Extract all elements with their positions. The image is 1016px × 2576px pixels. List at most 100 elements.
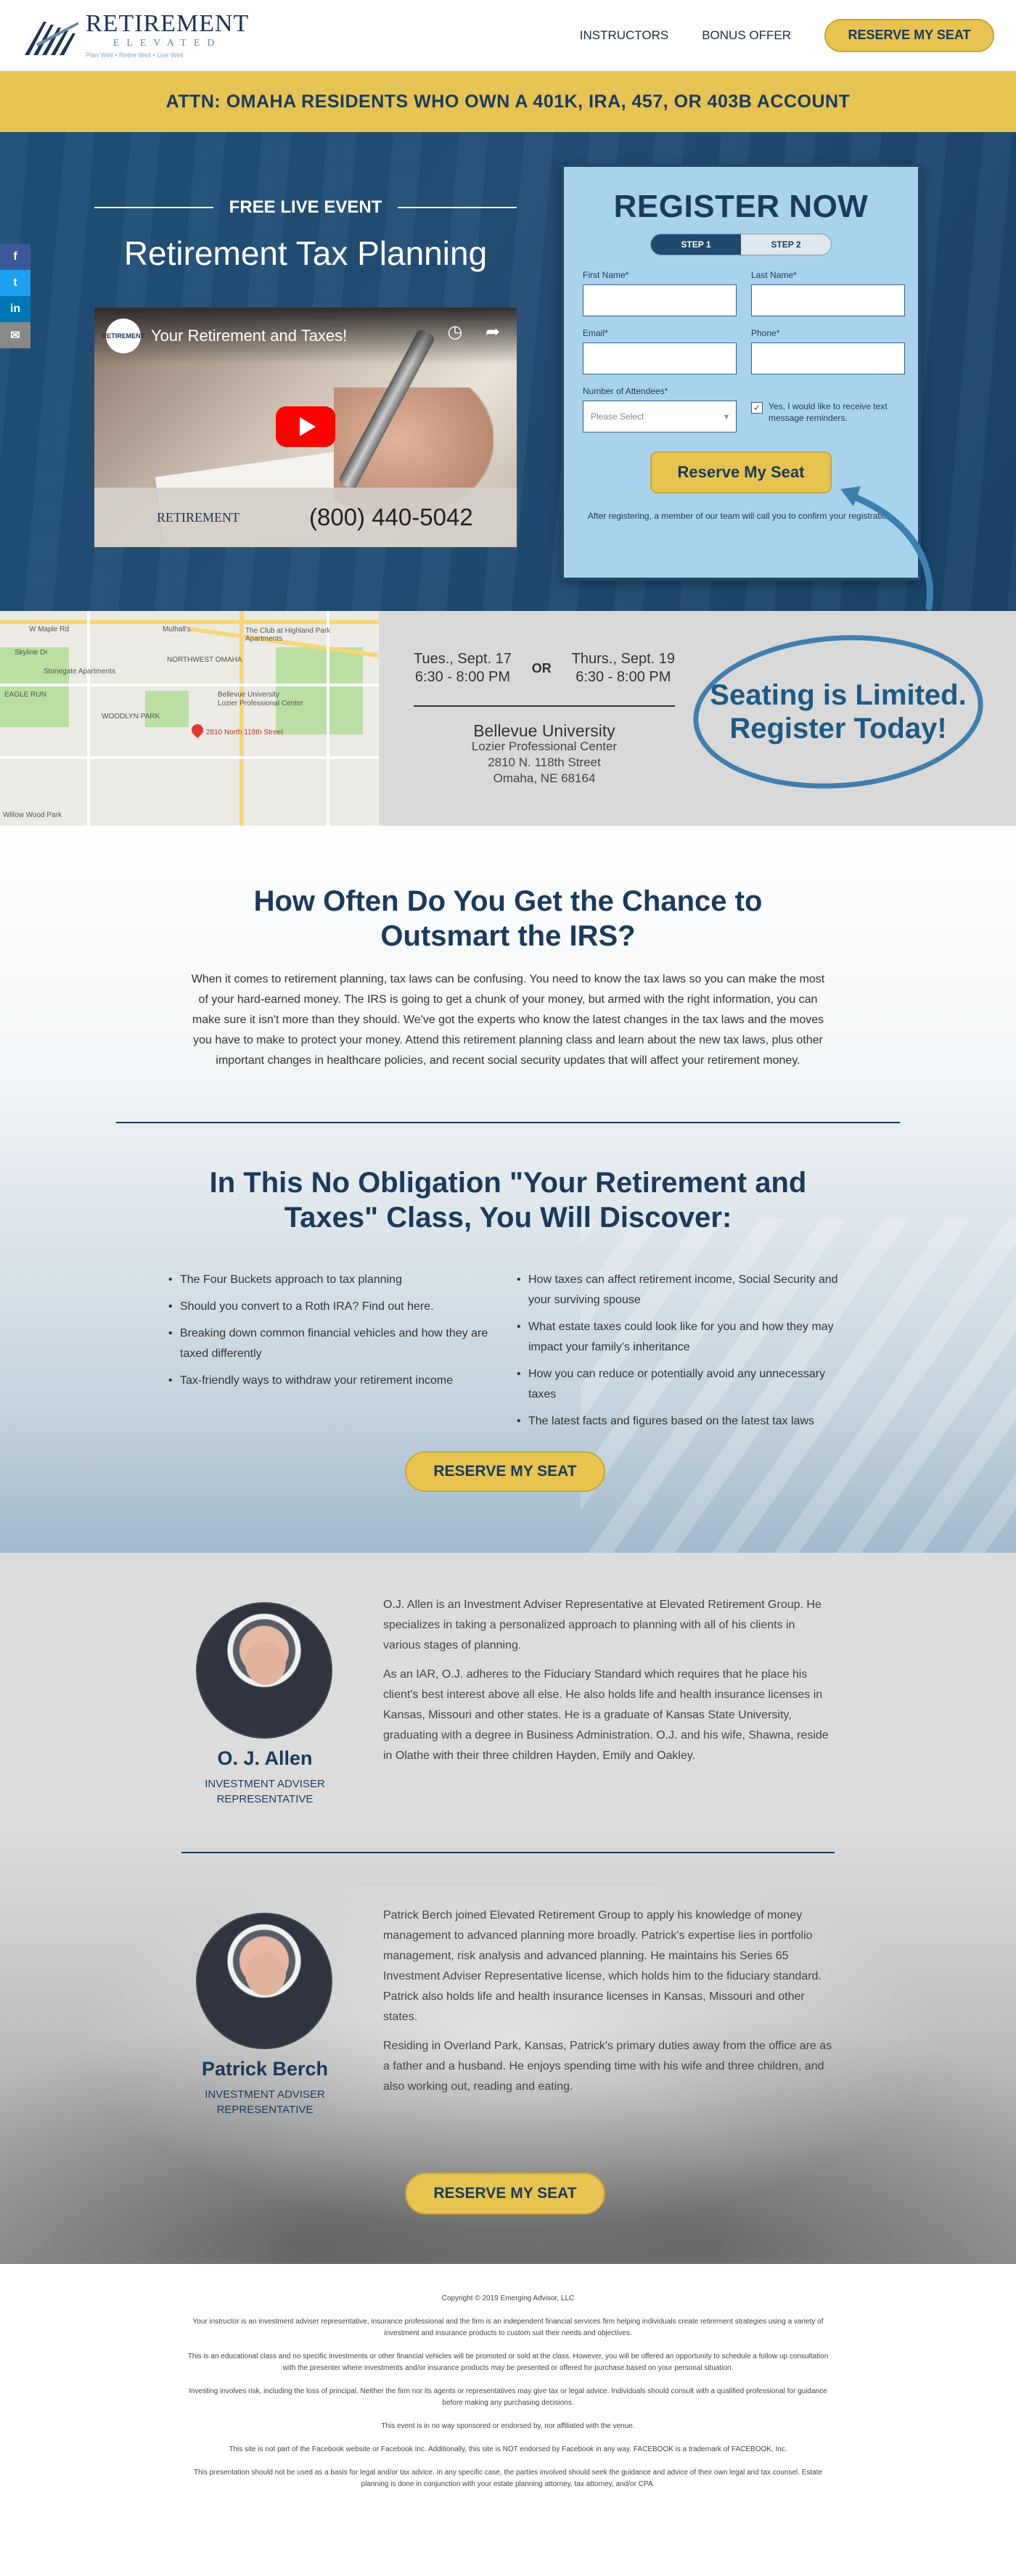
advisor-photo bbox=[196, 1602, 332, 1739]
nav-bonus-offer[interactable]: BONUS OFFER bbox=[702, 28, 791, 43]
step-2-tab[interactable]: STEP 2 bbox=[741, 234, 831, 255]
outsmart-title: How Often Do You Get the Chance to Outsm… bbox=[253, 885, 763, 952]
date-row: Tues., Sept. 17 6:30 - 8:00 PM OR Thurs.… bbox=[414, 650, 675, 686]
map-label: W Maple Rd bbox=[29, 625, 70, 633]
eyebrow-text: FREE LIVE EVENT bbox=[229, 197, 382, 217]
outsmart-body: When it comes to retirement planning, ta… bbox=[191, 973, 825, 1067]
share-arrow-icon[interactable]: ➦ bbox=[482, 321, 504, 342]
advisor-divider bbox=[181, 1852, 835, 1853]
advisor-name: O. J. Allen bbox=[217, 1747, 313, 1769]
phone-field[interactable] bbox=[751, 342, 905, 374]
map-street bbox=[87, 611, 90, 826]
first-name-label: First Name* bbox=[583, 270, 629, 280]
site-header: RETIREMENT ELEVATED Plan Well • Retire W… bbox=[0, 0, 1016, 71]
register-title: REGISTER NOW bbox=[613, 189, 869, 224]
list-item: How you can reduce or potentially avoid … bbox=[515, 1364, 849, 1405]
last-name-label: Last Name* bbox=[751, 270, 797, 280]
advisor-title: INVESTMENT ADVISER REPRESENTATIVE bbox=[205, 1778, 325, 1805]
video-footer-logo: RETIREMENT bbox=[157, 509, 239, 525]
map-label: Bellevue University bbox=[218, 691, 280, 699]
hero-title: Retirement Tax Planning bbox=[123, 234, 488, 272]
bullets-right: How taxes can affect retirement income, … bbox=[515, 1270, 849, 1438]
seating-limited-callout: Seating is Limited. Register Today! bbox=[688, 625, 988, 798]
sms-label: Yes, I would like to receive text messag… bbox=[769, 401, 888, 423]
map-label: EAGLE RUN bbox=[4, 691, 46, 699]
venue-street: 2810 N. 118th Street bbox=[488, 755, 601, 769]
sms-reminder-option[interactable]: ✓ Yes, I would like to receive text mess… bbox=[751, 401, 905, 432]
date-2-day: Thurs., Sept. 19 bbox=[571, 651, 675, 667]
event-info-band: NORTHWEST OMAHA WOODLYN PARK EAGLE RUN W… bbox=[0, 611, 1016, 826]
map-label: Mulhall's bbox=[163, 625, 191, 633]
date-1-day: Tues., Sept. 17 bbox=[414, 651, 512, 667]
reserve-seat-submit[interactable]: Reserve My Seat bbox=[650, 451, 832, 493]
attendees-group: Number of Attendees* Please Select ▾ bbox=[583, 386, 737, 432]
step-indicator: STEP 1 STEP 2 bbox=[650, 234, 832, 255]
map-label: WOODLYN PARK bbox=[102, 713, 160, 721]
map-label: Willow Wood Park bbox=[3, 811, 62, 819]
date-2-time: 6:30 - 8:00 PM bbox=[575, 669, 671, 685]
attention-text: ATTN: OMAHA RESIDENTS WHO OWN A 401K, IR… bbox=[165, 91, 851, 112]
facebook-icon[interactable]: f bbox=[0, 244, 30, 270]
video-footer: RETIREMENT (800) 440-5042 bbox=[94, 488, 517, 547]
attendees-select[interactable]: Please Select ▾ bbox=[583, 401, 737, 432]
map-label: 2810 North 118th Street bbox=[206, 729, 283, 737]
watch-later-icon[interactable]: ◷ bbox=[444, 321, 466, 342]
site-footer: Copyright © 2019 Emerging Advisor, LLC Y… bbox=[0, 2264, 1016, 2532]
last-name-field[interactable] bbox=[751, 284, 905, 316]
map-park bbox=[0, 647, 69, 727]
bullets-left: The Four Buckets approach to tax plannin… bbox=[167, 1270, 501, 1438]
map-pin-icon[interactable] bbox=[189, 721, 206, 739]
advisors-section: O. J. Allen INVESTMENT ADVISER REPRESENT… bbox=[0, 1553, 1016, 2264]
header-reserve-button[interactable]: RESERVE MY SEAT bbox=[824, 18, 994, 52]
map-label: Lozier Professional Center bbox=[218, 700, 303, 707]
venue-sub: Lozier Professional Center bbox=[471, 739, 618, 753]
linkedin-icon[interactable]: in bbox=[0, 296, 30, 322]
first-name-field[interactable] bbox=[583, 284, 737, 316]
video-phone-number: (800) 440-5042 bbox=[309, 504, 473, 530]
first-name-group: First Name* bbox=[583, 270, 737, 316]
video-channel-avatar[interactable]: RETIREMENT bbox=[102, 319, 144, 353]
advisor-bio-p2: Residing in Overland Park, Kansas, Patri… bbox=[383, 2040, 832, 2093]
attendees-label: Number of Attendees* bbox=[583, 386, 668, 396]
reserve-seat-button[interactable]: RESERVE MY SEAT bbox=[405, 2173, 605, 2215]
step-1-tab[interactable]: STEP 1 bbox=[651, 234, 741, 255]
list-item: Tax-friendly ways to withdraw your retir… bbox=[167, 1371, 501, 1391]
video-player[interactable]: RETIREMENT Your Retirement and Taxes! ◷ … bbox=[94, 308, 517, 547]
logo-stripes-icon bbox=[25, 21, 78, 55]
chevron-down-icon: ▾ bbox=[724, 411, 729, 422]
main-nav: INSTRUCTORS BONUS OFFER RESERVE MY SEAT bbox=[580, 18, 994, 52]
sms-checkbox[interactable]: ✓ bbox=[751, 402, 763, 414]
hero-left: FREE LIVE EVENT Retirement Tax Planning … bbox=[94, 197, 517, 547]
disclaimer: Your instructor is an investment adviser… bbox=[192, 2318, 824, 2337]
video-title[interactable]: Your Retirement and Taxes! bbox=[151, 327, 347, 345]
map-label: The Club at Highland Park Apartments bbox=[245, 627, 331, 643]
email-icon[interactable]: ✉ bbox=[0, 322, 30, 348]
social-share-bar: f t in ✉ bbox=[0, 244, 30, 348]
nav-instructors[interactable]: INSTRUCTORS bbox=[580, 28, 668, 43]
reserve-seat-button[interactable]: RESERVE MY SEAT bbox=[405, 1451, 605, 1492]
map-label: NORTHWEST OMAHA bbox=[167, 656, 242, 664]
date-or: OR bbox=[531, 660, 552, 676]
email-field[interactable] bbox=[583, 342, 737, 374]
advisor-bio-p2: As an IAR, O.J. adheres to the Fiduciary… bbox=[383, 1668, 829, 1762]
logo[interactable]: RETIREMENT ELEVATED Plan Well • Retire W… bbox=[22, 12, 249, 59]
map-label: Skyline Dr bbox=[15, 649, 48, 657]
youtube-play-icon[interactable] bbox=[276, 406, 335, 447]
eyebrow-rule-left bbox=[94, 207, 213, 208]
advisor-bio: Patrick Berch joined Elevated Retirement… bbox=[383, 1906, 835, 2106]
disclaimer: This site is not part of the Facebook we… bbox=[229, 2445, 787, 2453]
attendees-placeholder: Please Select bbox=[591, 411, 644, 422]
venue-map[interactable]: NORTHWEST OMAHA WOODLYN PARK EAGLE RUN W… bbox=[0, 611, 379, 826]
curved-arrow-icon bbox=[840, 486, 933, 611]
disclaimer: This is an educational class and no spec… bbox=[187, 2353, 829, 2372]
map-street bbox=[327, 611, 329, 826]
map-street bbox=[0, 684, 379, 686]
twitter-icon[interactable]: t bbox=[0, 270, 30, 296]
copyright: Copyright © 2019 Emerging Advisor, LLC bbox=[441, 2294, 575, 2302]
last-name-group: Last Name* bbox=[751, 270, 905, 316]
disclaimer: This event is in no way sponsored or end… bbox=[381, 2422, 635, 2430]
hero-section: FREE LIVE EVENT Retirement Tax Planning … bbox=[0, 132, 1016, 611]
map-road bbox=[0, 620, 379, 624]
date-option-1: Tues., Sept. 17 6:30 - 8:00 PM bbox=[414, 650, 512, 686]
advisor-photo bbox=[196, 1913, 332, 2049]
